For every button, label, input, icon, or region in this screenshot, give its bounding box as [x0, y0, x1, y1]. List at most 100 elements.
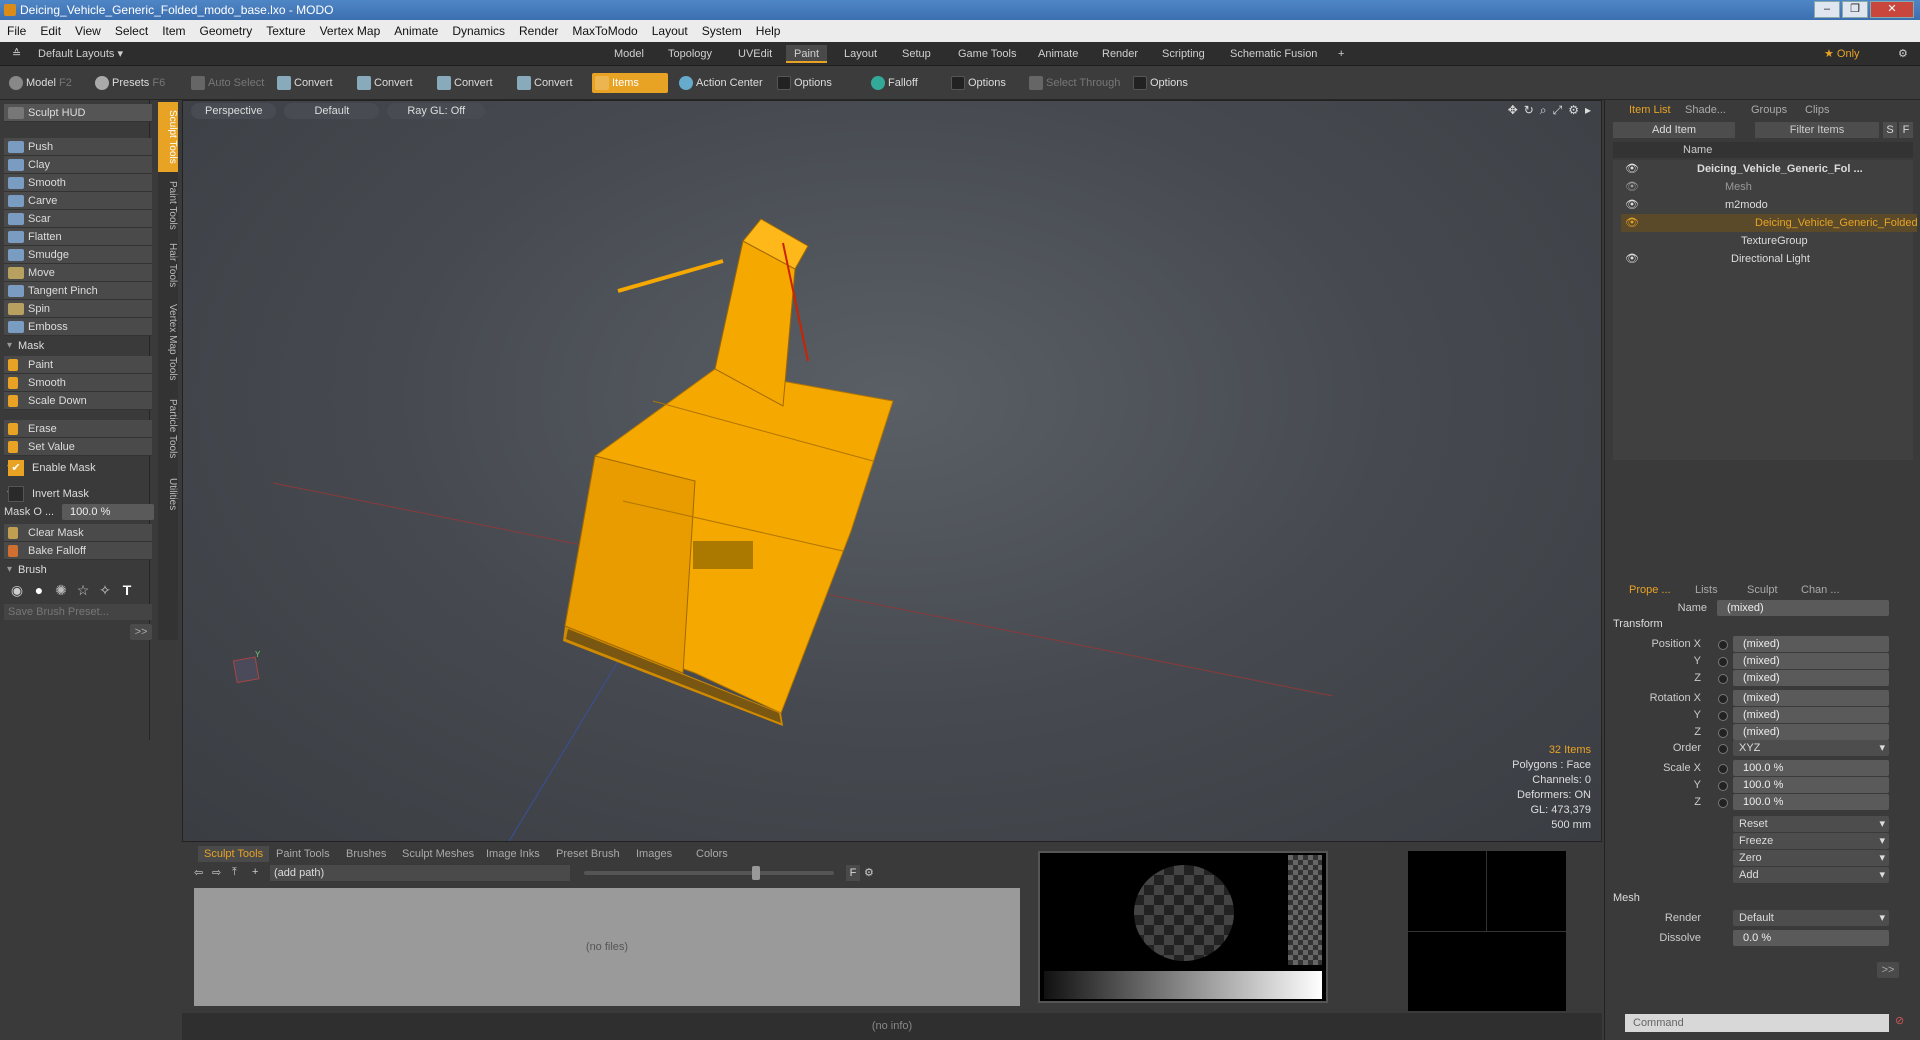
bake-falloff-button[interactable]: Bake Falloff [4, 542, 152, 560]
presets-button[interactable]: Presets F6 [92, 73, 171, 93]
tab-images[interactable]: Images [630, 846, 678, 862]
name-field[interactable]: (mixed) [1717, 600, 1889, 616]
filter-f-button[interactable]: F [1899, 122, 1913, 138]
convert-items-button[interactable]: Convert [514, 73, 579, 93]
close-button[interactable]: ✕ [1870, 1, 1914, 18]
invert-mask-toggle[interactable]: Invert Mask [4, 486, 152, 502]
tool-clay[interactable]: Clay [4, 156, 152, 174]
tab-paint-tools[interactable]: Paint Tools [270, 846, 336, 862]
add-item-dropdown[interactable]: Add Item [1613, 122, 1735, 138]
tool-push[interactable]: Push [4, 138, 152, 156]
vtab-hair-tools[interactable]: Hair Tools [158, 238, 178, 292]
menu-maxtomodo[interactable]: MaxToModo [565, 24, 644, 38]
tab-game-tools[interactable]: Game Tools [950, 45, 1025, 63]
tab-setup[interactable]: Setup [894, 45, 939, 63]
tab-model[interactable]: Model [606, 45, 652, 63]
add-tab-button[interactable]: + [1330, 45, 1352, 63]
tab-topology[interactable]: Topology [660, 45, 720, 63]
tab-item-list[interactable]: Item List [1623, 102, 1677, 118]
options-checkbox[interactable] [777, 76, 791, 90]
tab-schematic-fusion[interactable]: Schematic Fusion [1222, 45, 1325, 63]
up-directory-icon[interactable]: ⤒ [232, 866, 237, 879]
menu-animate[interactable]: Animate [387, 24, 445, 38]
render-dropdown[interactable]: Default [1733, 910, 1889, 926]
mask-section-header[interactable]: Mask [4, 338, 152, 354]
dissolve-field[interactable]: 0.0 % [1733, 930, 1889, 946]
tab-sculpt-tools[interactable]: Sculpt Tools [198, 846, 270, 862]
tree-row-directional-light[interactable]: 👁 Directional Light [1621, 250, 1917, 268]
tab-uvedit[interactable]: UVEdit [730, 45, 780, 63]
freeze-dropdown[interactable]: Freeze [1733, 833, 1889, 849]
tool-emboss[interactable]: Emboss [4, 318, 152, 336]
back-arrow-icon[interactable]: ⇦ [194, 866, 203, 879]
action-center-button[interactable]: Action Center [676, 73, 769, 93]
tab-clips[interactable]: Clips [1799, 102, 1835, 118]
tab-paint[interactable]: Paint [786, 45, 828, 63]
tool-smooth[interactable]: Smooth [4, 174, 152, 192]
auto-select-button[interactable]: Auto Select [188, 73, 270, 93]
procedural-brush-icon[interactable]: ✺ [52, 582, 70, 599]
tab-preset-brush[interactable]: Preset Brush [550, 846, 626, 862]
vtab-paint-tools[interactable]: Paint Tools [158, 176, 178, 234]
rotation-z-field[interactable]: (mixed) [1733, 724, 1889, 740]
falloff-options[interactable]: Options [948, 73, 1012, 93]
vtab-vertex-map-tools[interactable]: Vertex Map Tools [158, 296, 178, 388]
tree-row-m2modo[interactable]: 👁 m2modo [1621, 196, 1917, 214]
slider-handle[interactable] [752, 866, 760, 880]
properties-more-button[interactable]: >> [1877, 962, 1899, 978]
tab-render[interactable]: Render [1094, 45, 1146, 63]
mask-set-value-button[interactable]: Set Value [4, 438, 152, 456]
thumbnail-size-slider[interactable] [584, 871, 834, 875]
default-layouts-dropdown[interactable]: Default Layouts ▾ [30, 45, 131, 63]
file-browser-area[interactable]: (no files) [194, 888, 1020, 1006]
tree-row-texturegroup[interactable]: TextureGroup [1621, 232, 1917, 250]
tree-row-mesh[interactable]: 👁 Mesh [1621, 178, 1917, 196]
menu-view[interactable]: View [68, 24, 108, 38]
tab-lists[interactable]: Lists [1689, 582, 1724, 598]
tab-sculpt[interactable]: Sculpt [1741, 582, 1784, 598]
convert-vertices-button[interactable]: Convert [274, 73, 339, 93]
filter-s-button[interactable]: S [1883, 122, 1897, 138]
mask-paint-button[interactable]: Paint [4, 356, 152, 374]
menu-edit[interactable]: Edit [33, 24, 68, 38]
tab-layout[interactable]: Layout [836, 45, 885, 63]
tool-move[interactable]: Move [4, 264, 152, 282]
enable-mask-toggle[interactable]: ✔Enable Mask [4, 460, 152, 476]
rotation-order-dropdown[interactable]: XYZ [1733, 740, 1889, 756]
command-history-icon[interactable]: ⊘ [1895, 1014, 1904, 1027]
filter-f-button[interactable]: F [846, 865, 860, 881]
tab-colors[interactable]: Colors [690, 846, 734, 862]
tool-smudge[interactable]: Smudge [4, 246, 152, 264]
text-brush-icon[interactable]: T [118, 582, 136, 598]
mask-scale-down-button[interactable]: Scale Down [4, 392, 152, 410]
options-checkbox[interactable] [1133, 76, 1147, 90]
layouts-home-icon[interactable]: ≙ [4, 45, 29, 63]
vtab-particle-tools[interactable]: Particle Tools [158, 392, 178, 466]
position-z-field[interactable]: (mixed) [1733, 670, 1889, 686]
browser-settings-icon[interactable]: ⚙ [864, 866, 874, 879]
options-checkbox[interactable] [951, 76, 965, 90]
reset-dropdown[interactable]: Reset [1733, 816, 1889, 832]
transform-section[interactable]: Transform [1613, 618, 1663, 630]
menu-help[interactable]: Help [749, 24, 788, 38]
falloff-button[interactable]: Falloff [868, 73, 924, 93]
mask-erase-button[interactable]: Erase [4, 420, 152, 438]
position-y-field[interactable]: (mixed) [1733, 653, 1889, 669]
scale-x-field[interactable]: 100.0 % [1733, 760, 1889, 776]
more-options-button[interactable]: >> [130, 624, 152, 640]
tab-brushes[interactable]: Brushes [340, 846, 392, 862]
menu-layout[interactable]: Layout [645, 24, 695, 38]
maximize-button[interactable]: ❐ [1842, 1, 1868, 18]
tab-shader-tree[interactable]: Shade... [1679, 102, 1732, 118]
tree-row-deicing-vehicle[interactable]: 👁 Deicing_Vehicle_Generic_Folded [1621, 214, 1918, 232]
menu-texture[interactable]: Texture [259, 24, 312, 38]
settings-gear-icon[interactable]: ⚙ [1890, 45, 1916, 63]
select-through-button[interactable]: Select Through [1026, 73, 1126, 93]
menu-geometry[interactable]: Geometry [193, 24, 260, 38]
scale-z-field[interactable]: 100.0 % [1733, 794, 1889, 810]
menu-system[interactable]: System [695, 24, 749, 38]
select-through-options[interactable]: Options [1130, 73, 1194, 93]
hard-brush-icon[interactable]: ● [30, 582, 48, 598]
filter-items-field[interactable]: Filter Items [1755, 122, 1879, 138]
mask-opacity-field[interactable]: 100.0 % [62, 504, 154, 520]
